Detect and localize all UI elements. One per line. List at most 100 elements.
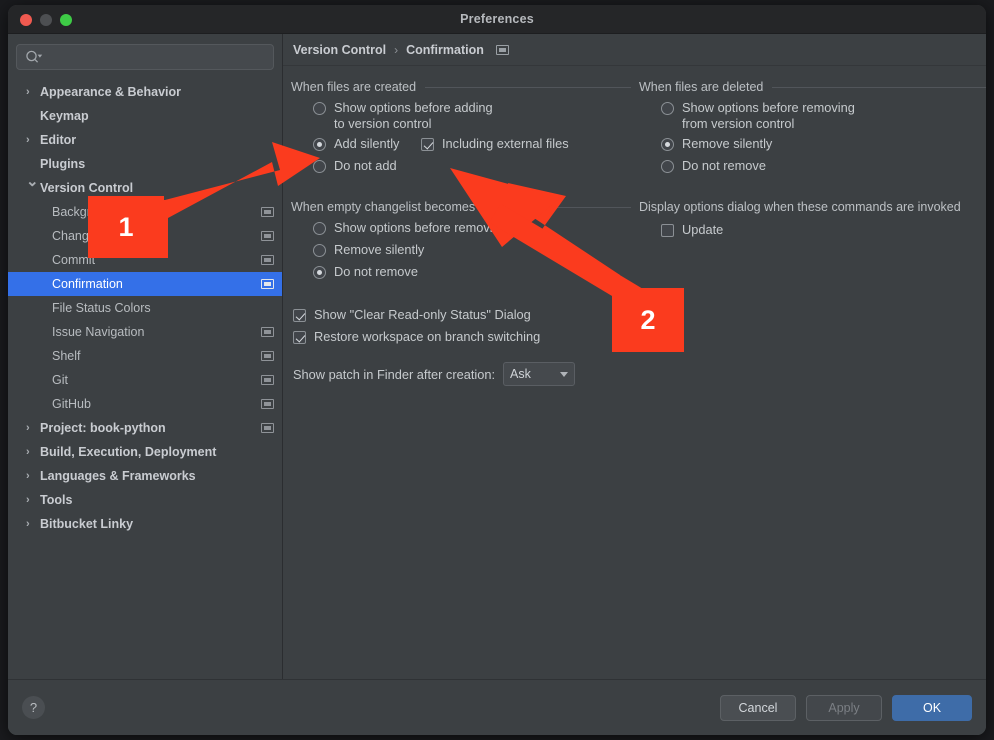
sidebar-item-shelf[interactable]: Shelf (8, 344, 282, 368)
option-label: Do not remove (682, 158, 766, 174)
sidebar-item-version-control[interactable]: ⌄Version Control (8, 176, 282, 200)
radio-remove-silently[interactable]: Remove silently (639, 134, 986, 156)
sidebar-item-file-status-colors[interactable]: File Status Colors (8, 296, 282, 320)
breadcrumb: Version Control › Confirmation (283, 34, 986, 66)
option-label: Show options before removingfrom version… (682, 100, 855, 132)
sidebar-item-label: Git (52, 373, 68, 387)
sidebar-item-languages-frameworks[interactable]: › Languages & Frameworks (8, 464, 282, 488)
settings-columns: When files are created Show options befo… (283, 66, 986, 386)
section-header-files-created: When files are created (291, 80, 631, 94)
settings-tree: › Appearance & Behavior Keymap›EditorPlugi… (8, 80, 282, 536)
radio-icon (661, 160, 674, 173)
screen-icon (261, 279, 274, 289)
checkbox-label: Restore workspace on branch switching (314, 329, 540, 345)
sidebar-item-plugins[interactable]: Plugins (8, 152, 282, 176)
search-input[interactable] (16, 44, 274, 70)
screenshot-root: Preferences ›Appearance & BehaviorKeymap… (0, 0, 994, 740)
radio-remove-silently-changelist[interactable]: Remove silently (291, 240, 631, 262)
sidebar-item-github[interactable]: GitHub (8, 392, 282, 416)
chevron-right-icon[interactable]: › (26, 471, 30, 482)
checkbox-restore-workspace-on-branch-switching[interactable]: Restore workspace on branch switching (291, 326, 631, 348)
radio-show-options-before-removing[interactable]: Show options before removing (291, 218, 631, 240)
patch-finder-value: Ask (510, 367, 531, 381)
section-rule (772, 87, 986, 88)
sidebar-item-label: Changelists (52, 229, 117, 243)
radio-show-options-before-removing-vcs[interactable]: Show options before removingfrom version… (639, 98, 986, 134)
window-body: › Appearance & Behavior Keymap›EditorPlugi… (8, 34, 986, 735)
sidebar-item-label: Languages & Frameworks (40, 469, 196, 483)
sidebar-item-tools[interactable]: ›Tools (8, 488, 282, 512)
radio-icon (313, 102, 326, 115)
apply-button[interactable]: Apply (806, 695, 882, 721)
breadcrumb-parent[interactable]: Version Control (293, 43, 386, 57)
screen-icon (261, 399, 274, 409)
screen-icon (496, 45, 509, 55)
option-label: Add silently (334, 136, 399, 152)
radio-icon (313, 222, 326, 235)
dialog-buttons: Cancel Apply OK (720, 695, 972, 721)
section-title: When files are created (291, 80, 416, 94)
option-label: Do not remove (334, 264, 418, 280)
radio-do-not-remove[interactable]: Do not remove (639, 156, 986, 178)
cancel-button[interactable]: Cancel (720, 695, 796, 721)
sidebar-item-editor[interactable]: ›Editor (8, 128, 282, 152)
ok-button[interactable]: OK (892, 695, 972, 721)
patch-finder-label: Show patch in Finder after creation: (293, 367, 495, 382)
screen-icon (261, 351, 274, 361)
radio-icon (313, 160, 326, 173)
checkbox-update[interactable]: Update (639, 220, 986, 242)
checkbox-show-clear-readonly-status-dialog[interactable]: Show "Clear Read-only Status" Dialog (291, 304, 631, 326)
checkbox-label: Update (682, 222, 723, 238)
chevron-right-icon[interactable]: › (26, 135, 30, 146)
settings-content: When files are created Show options befo… (283, 66, 986, 386)
help-button[interactable]: ? (22, 696, 45, 719)
sidebar-item-project-book-python[interactable]: ›Project: book-python (8, 416, 282, 440)
sidebar-item-git[interactable]: Git (8, 368, 282, 392)
sidebar-item-background[interactable]: Background (8, 200, 282, 224)
option-label: Show options before removing (334, 220, 507, 236)
option-label: Do not add (334, 158, 397, 174)
checkbox-label: Including external files (442, 136, 569, 152)
checkbox-including-external-files[interactable]: Including external files (421, 136, 569, 152)
section-title: When empty changelist becomes inactive (291, 200, 521, 214)
chevron-down-icon[interactable]: ⌄ (26, 174, 39, 189)
right-column: When files are deleted Show options befo… (631, 66, 986, 386)
option-label: Remove silently (334, 242, 424, 258)
search-container (8, 34, 282, 76)
checkbox-icon-checked (421, 138, 434, 151)
sidebar-item-label: Appearance & Behavior (40, 85, 181, 99)
chevron-right-icon[interactable]: › (26, 87, 30, 98)
screen-icon (261, 327, 274, 337)
sidebar-item-confirmation[interactable]: Confirmation (8, 272, 282, 296)
radio-icon-selected (661, 138, 674, 151)
patch-finder-select[interactable]: Ask (503, 362, 575, 386)
sidebar-item-changelists[interactable]: Changelists (8, 224, 282, 248)
sidebar-item-bitbucket-linky[interactable]: ›Bitbucket Linky (8, 512, 282, 536)
sidebar-item-build-execution-deployment[interactable]: ›Build, Execution, Deployment (8, 440, 282, 464)
checkbox-icon (661, 224, 674, 237)
chevron-right-icon[interactable]: › (26, 495, 30, 506)
sidebar-item-label: Version Control (40, 181, 133, 195)
sidebar-item-label: Confirmation (52, 277, 123, 291)
option-label: Remove silently (682, 136, 772, 152)
screen-icon (261, 375, 274, 385)
screen-icon (261, 255, 274, 265)
checkbox-label: Show "Clear Read-only Status" Dialog (314, 307, 531, 323)
screen-icon (261, 207, 274, 217)
sidebar-item-appearance-behavior[interactable]: › Appearance & Behavior (8, 80, 282, 104)
radio-do-not-remove-changelist[interactable]: Do not remove (291, 262, 631, 284)
option-label: Show options before addingto version con… (334, 100, 493, 132)
sidebar-item-commit[interactable]: Commit (8, 248, 282, 272)
screen-icon (261, 231, 274, 241)
radio-add-silently[interactable]: Add silently (291, 134, 417, 156)
section-rule (425, 87, 631, 88)
radio-show-options-before-adding[interactable]: Show options before addingto version con… (291, 98, 631, 134)
sidebar-item-label: File Status Colors (52, 301, 151, 315)
chevron-right-icon[interactable]: › (26, 519, 30, 530)
sidebar-item-issue-navigation[interactable]: Issue Navigation (8, 320, 282, 344)
chevron-right-icon[interactable]: › (26, 423, 30, 434)
radio-do-not-add[interactable]: Do not add (291, 156, 631, 178)
dialog-footer: ? Cancel Apply OK (8, 679, 986, 735)
sidebar-item-keymap[interactable]: Keymap (8, 104, 282, 128)
chevron-right-icon[interactable]: › (26, 447, 30, 458)
